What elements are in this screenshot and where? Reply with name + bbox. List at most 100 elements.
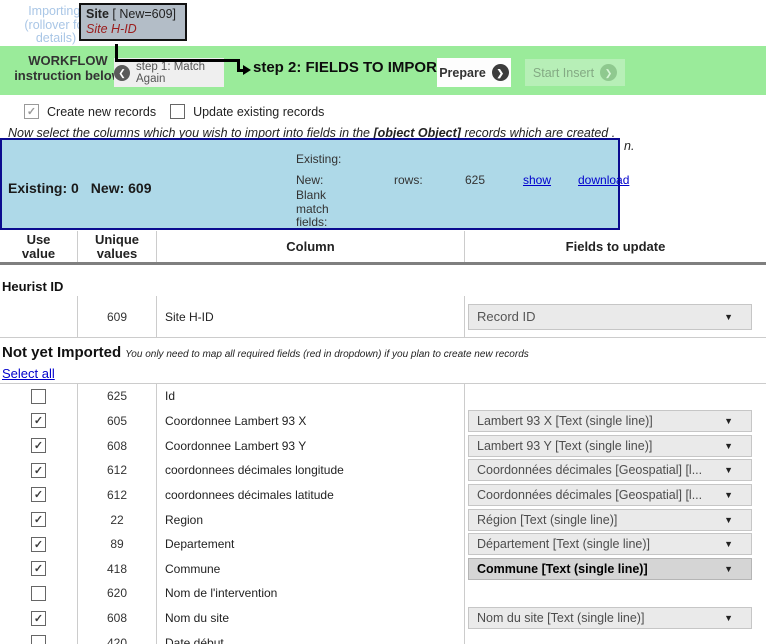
- header-use-value-label: Use value: [9, 233, 69, 261]
- field-dropdown[interactable]: Région [Text (single line)] ▼: [468, 509, 752, 531]
- row-checkbox[interactable]: ✓: [31, 487, 46, 502]
- connector-line: [115, 59, 240, 62]
- header-column: Column: [157, 231, 465, 262]
- not-yet-imported-note: You only need to map all required fields…: [125, 349, 529, 360]
- row-column-name: coordonnees décimales longitude: [157, 458, 465, 483]
- row-column-name: Id: [157, 384, 465, 409]
- row-checkbox[interactable]: ✓: [31, 561, 46, 576]
- field-dropdown[interactable]: Département [Text (single line)]▼: [468, 533, 752, 555]
- update-existing-checkbox[interactable]: [170, 104, 185, 119]
- row-field-cell: Nom du site [Text (single line)]▼: [465, 606, 766, 631]
- row-column-name: Nom du site: [157, 606, 465, 631]
- workflow-label-line1: WORKFLOW: [4, 53, 132, 68]
- workflow-label: WORKFLOW instruction below: [4, 53, 132, 83]
- step1-button-label: step 1: Match Again: [136, 61, 224, 85]
- field-dropdown-value: Coordonnées décimales [Geospatial] [l...: [477, 488, 702, 502]
- row-column-name: Date début: [157, 630, 465, 644]
- row-checkbox[interactable]: [31, 586, 46, 601]
- forward-circle-arrow-icon: ❯: [492, 64, 509, 81]
- row-unique-count: 608: [78, 433, 157, 458]
- row-column-name: Departement: [157, 532, 465, 557]
- row-checkbox[interactable]: ✓: [31, 463, 46, 478]
- record-id-dropdown[interactable]: Record ID ▼: [468, 304, 752, 330]
- dropdown-arrow-icon: ▼: [724, 312, 733, 322]
- heurist-id-section-title: Heurist ID: [2, 279, 63, 294]
- row-use-cell: ✓: [0, 507, 78, 532]
- workflow-label-line2: instruction below: [4, 68, 132, 83]
- prepare-button-label: Prepare: [439, 66, 486, 80]
- prepare-button[interactable]: Prepare ❯: [437, 58, 511, 87]
- row-column-name: Region: [157, 507, 465, 532]
- row-unique-count: 612: [78, 458, 157, 483]
- row-use-cell: ✓: [0, 458, 78, 483]
- row-field-cell: [465, 630, 766, 644]
- dropdown-arrow-icon: ▼: [724, 465, 733, 475]
- field-dropdown[interactable]: Lambert 93 X [Text (single line)]▼: [468, 410, 752, 432]
- forward-circle-arrow-icon: ❯: [600, 64, 617, 81]
- heurist-row-column: Site H-ID: [157, 296, 465, 337]
- row-column-name: Coordonnee Lambert 93 Y: [157, 433, 465, 458]
- row-field-cell: Département [Text (single line)]▼: [465, 532, 766, 557]
- not-yet-imported-label: Not yet Imported: [2, 344, 121, 361]
- summary-new-label: New:: [296, 173, 323, 187]
- header-use-value: Use value: [0, 231, 78, 262]
- heurist-id-row: 609 Site H-ID Record ID ▼: [0, 296, 766, 338]
- row-checkbox[interactable]: [31, 635, 46, 644]
- row-field-cell: [465, 384, 766, 409]
- rollover-tooltip: Site [ New=609] Site H-ID: [79, 3, 187, 41]
- row-unique-count: 612: [78, 483, 157, 508]
- row-use-cell: ✓: [0, 433, 78, 458]
- field-dropdown-value: Commune [Text (single line)]: [477, 562, 648, 576]
- tooltip-count: [ New=609]: [109, 7, 176, 21]
- row-field-cell: Commune [Text (single line)] ▼: [465, 556, 766, 581]
- row-checkbox[interactable]: ✓: [31, 611, 46, 626]
- row-use-cell: ✓: [0, 483, 78, 508]
- step1-match-again-button[interactable]: ❮ step 1: Match Again: [114, 58, 224, 87]
- row-checkbox[interactable]: ✓: [31, 438, 46, 453]
- record-options: ✓ Create new records Update existing rec…: [24, 104, 338, 119]
- show-link[interactable]: show: [523, 173, 551, 187]
- dropdown-arrow-icon: ▼: [724, 515, 733, 525]
- create-new-checkbox[interactable]: ✓: [24, 104, 39, 119]
- select-all-link[interactable]: Select all: [2, 366, 55, 381]
- row-column-name: Coordonnee Lambert 93 X: [157, 409, 465, 434]
- row-checkbox[interactable]: ✓: [31, 413, 46, 428]
- field-dropdown[interactable]: Coordonnées décimales [Geospatial] [l...…: [468, 484, 752, 506]
- match-summary-panel: Existing: 0New: 609 Existing: New: Blank…: [0, 138, 620, 230]
- table-header: Use value Unique values Column Fields to…: [0, 231, 766, 265]
- header-column-label: Column: [286, 240, 334, 254]
- row-column-name: coordonnees décimales latitude: [157, 483, 465, 508]
- dropdown-arrow-icon: ▼: [724, 539, 733, 549]
- row-checkbox[interactable]: [31, 389, 46, 404]
- download-link[interactable]: download: [578, 173, 629, 187]
- step2-title: step 2: FIELDS TO IMPORT: [253, 59, 446, 76]
- dropdown-arrow-icon: ▼: [724, 613, 733, 623]
- field-dropdown-value: Lambert 93 X [Text (single line)]: [477, 414, 653, 428]
- row-unique-count: 608: [78, 606, 157, 631]
- field-dropdown[interactable]: Nom du site [Text (single line)]▼: [468, 607, 752, 629]
- field-dropdown[interactable]: Commune [Text (single line)] ▼: [468, 558, 752, 580]
- header-fields-to-update: Fields to update: [465, 231, 766, 262]
- row-checkbox[interactable]: ✓: [31, 512, 46, 527]
- row-field-cell: [465, 581, 766, 606]
- header-unique-values-label: Unique values: [87, 233, 147, 261]
- field-dropdown[interactable]: Coordonnées décimales [Geospatial] [l...…: [468, 459, 752, 481]
- field-dropdown-value: Région [Text (single line)]: [477, 513, 617, 527]
- start-insert-button-disabled[interactable]: Start Insert ❯: [525, 59, 625, 86]
- row-unique-count: 420: [78, 630, 157, 644]
- field-dropdown[interactable]: Lambert 93 Y [Text (single line)]▼: [468, 435, 752, 457]
- row-field-cell: Région [Text (single line)] ▼: [465, 507, 766, 532]
- dropdown-arrow-icon: ▼: [724, 490, 733, 500]
- heurist-row-use-cell: [0, 296, 78, 337]
- row-unique-count: 605: [78, 409, 157, 434]
- update-existing-label: Update existing records: [193, 105, 324, 119]
- row-field-cell: Lambert 93 Y [Text (single line)]▼: [465, 433, 766, 458]
- row-use-cell: ✓: [0, 606, 78, 631]
- row-field-cell: Lambert 93 X [Text (single line)]▼: [465, 409, 766, 434]
- row-column-name: Nom de l'intervention: [157, 581, 465, 606]
- tooltip-title: Site [ New=609]: [86, 7, 180, 22]
- row-checkbox[interactable]: ✓: [31, 537, 46, 552]
- dropdown-arrow-icon: ▼: [724, 564, 733, 574]
- row-use-cell: [0, 384, 78, 409]
- summary-blank-match-label: Blank match fields:: [296, 189, 342, 230]
